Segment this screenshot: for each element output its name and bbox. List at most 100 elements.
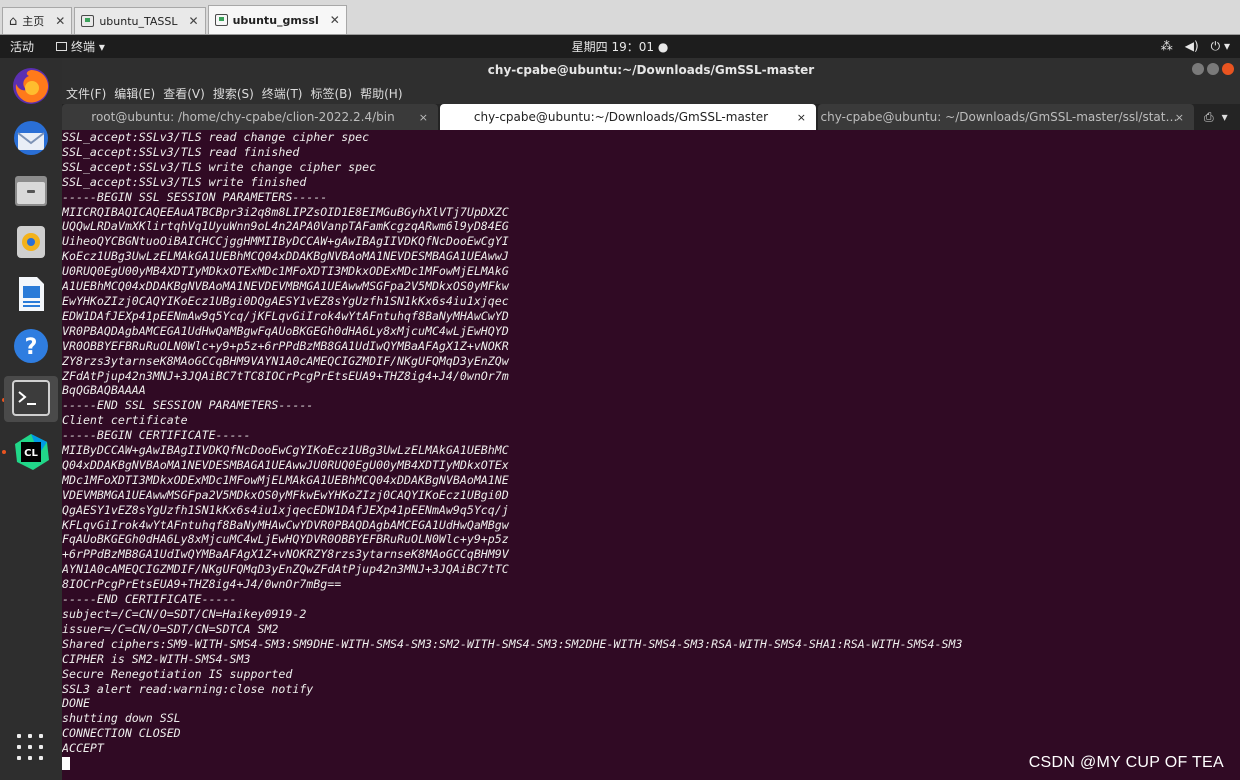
- terminal-tab-label: chy-cpabe@ubuntu: ~/Downloads/GmSSL-mast…: [820, 110, 1178, 124]
- terminal-line: BqQGBAQBAAAA: [62, 383, 146, 398]
- tab-menu[interactable]: ⎙ ▾: [1196, 104, 1228, 130]
- terminal-line: ZFdAtPjup42n3MNJ+3JQAiBC7tTC8IOCrPcgPrEt…: [62, 368, 509, 383]
- terminal-line: Secure Renegotiation IS supported: [62, 666, 293, 681]
- terminal-line: ZY8rzs3ytarnseK8MAoGCCqBHM9VAYN1A0cAMEQC…: [62, 353, 509, 368]
- terminal-lines: SSL_accept:SSLv3/TLS read change cipher …: [62, 130, 1240, 756]
- terminal-line: SSL3 alert read:warning:close notify: [62, 681, 314, 696]
- top-panel: 活动 终端 ▾ 星期四 19：01 ● ⁂ ◀) ⏻ ▾: [0, 35, 1240, 58]
- writer-icon[interactable]: [9, 272, 53, 316]
- menu-terminal[interactable]: 终端(T): [262, 85, 303, 102]
- terminal-line: issuer=/C=CN/O=SDT/CN=SDTCA SM2: [62, 621, 279, 636]
- vm-icon: [81, 15, 95, 27]
- terminal-line: MDc1MFoXDTI3MDkxODExMDc1MFowMjELMAkGA1UE…: [62, 472, 509, 487]
- terminal-line: CIPHER is SM2-WITH-SMS4-SM3: [62, 651, 251, 666]
- terminal-tab-bar: root@ubuntu: /home/chy-cpabe/clion-2022.…: [62, 104, 1240, 130]
- menu-tabs[interactable]: 标签(B): [311, 85, 353, 102]
- menu-help[interactable]: 帮助(H): [360, 85, 402, 102]
- close-window-icon[interactable]: [1222, 63, 1234, 75]
- running-indicator: [2, 450, 6, 454]
- show-applications-icon[interactable]: [17, 734, 45, 762]
- terminal-line: -----BEGIN CERTIFICATE-----: [62, 428, 251, 443]
- terminal-launcher[interactable]: [4, 376, 58, 422]
- terminal-line: MIIByDCCAW+gAwIBAgIIVDKQfNcDooEwCgYIKoEc…: [62, 443, 509, 458]
- terminal-cursor: [62, 757, 70, 771]
- terminal-tab-1[interactable]: root@ubuntu: /home/chy-cpabe/clion-2022.…: [62, 104, 438, 130]
- vm-tab-bar: ⌂ 主页 ✕ ubuntu_TASSL ✕ ubuntu_gmssl ✕: [0, 0, 1240, 35]
- terminal-line: VR0OBBYEFBRuRuOLN0Wlc+y9+p5z+6rPPdBzMB8G…: [62, 338, 509, 353]
- clock[interactable]: 星期四 19：01 ●: [0, 38, 1240, 55]
- terminal-line: VR0PBAQDAgbAMCEGA1UdHwQaMBgwFqAUoBKGEGh0…: [62, 323, 509, 338]
- power-icon: ⏻ ▾: [1210, 39, 1230, 53]
- help-icon[interactable]: ?: [9, 324, 53, 368]
- terminal-line: +6rPPdBzMB8GA1UdIwQYMBaAFAgX1Z+vNOKRZY8r…: [62, 547, 509, 562]
- minimize-icon[interactable]: [1192, 63, 1204, 75]
- system-tray[interactable]: ⁂ ◀) ⏻ ▾: [1161, 39, 1230, 54]
- rhythmbox-icon[interactable]: [9, 220, 53, 264]
- terminal-line: AYN1A0cAMEQCIGZMDIF/NKgUFQMqD3yEnZQwZFdA…: [62, 562, 509, 577]
- terminal-line: shutting down SSL: [62, 711, 181, 726]
- terminal-tab-label: chy-cpabe@ubuntu:~/Downloads/GmSSL-maste…: [473, 110, 769, 124]
- terminal-line: A1UEBhMCQ04xDDAKBgNVBAoMA1NEVDEVMBMGA1UE…: [62, 279, 509, 294]
- terminal-line: SSL_accept:SSLv3/TLS write change cipher…: [62, 159, 377, 174]
- terminal-line: SSL_accept:SSLv3/TLS write finished: [62, 174, 307, 189]
- terminal-line: SSL_accept:SSLv3/TLS read finished: [62, 144, 300, 159]
- terminal-line: EwYHKoZIzj0CAQYIKoEcz1UBgi0DQgAESY1vEZ8s…: [62, 293, 509, 308]
- vm-tab-ubuntu-gmssl[interactable]: ubuntu_gmssl ✕: [207, 5, 347, 34]
- home-icon: ⌂: [9, 13, 18, 29]
- vm-tab-label: 主页: [22, 15, 45, 28]
- terminal-line: Client certificate: [62, 413, 188, 428]
- menu-search[interactable]: 搜索(S): [213, 85, 254, 102]
- terminal-line: VDEVMBMGA1UEAwwMSGFpa2V5MDkxOS0yMFkwEwYH…: [62, 487, 509, 502]
- maximize-icon[interactable]: [1207, 63, 1219, 75]
- watermark: CSDN @MY CUP OF TEA: [1028, 754, 1224, 771]
- vm-tab-home[interactable]: ⌂ 主页 ✕: [2, 7, 73, 34]
- terminal-line: UQQwLRDaVmXKlirtqhVq1UyuWnn9oL4n2APA0Van…: [62, 219, 509, 234]
- close-icon[interactable]: ✕: [55, 14, 65, 28]
- vm-tab-label: ubuntu_gmssl: [232, 13, 319, 27]
- menu-file[interactable]: 文件(F): [66, 85, 106, 102]
- terminal-line: MIICRQIBAQICAQEEAuATBCBpr3i2q8m8LIPZsOID…: [62, 204, 509, 219]
- terminal-line: KFLqvGiIrok4wYtAFntuhqf8BaNyMHAwCwYDVR0P…: [62, 517, 509, 532]
- close-tab-icon[interactable]: ×: [1175, 111, 1184, 124]
- terminal-tab-2[interactable]: chy-cpabe@ubuntu:~/Downloads/GmSSL-maste…: [440, 104, 816, 130]
- terminal-line: DONE: [62, 696, 90, 711]
- volume-icon: ◀): [1184, 39, 1199, 53]
- menu-bar: 文件(F) 编辑(E) 查看(V) 搜索(S) 终端(T) 标签(B) 帮助(H…: [62, 82, 1240, 104]
- terminal-line: Q04xDDAKBgNVBAoMA1NEVDESMBAGA1UEAwwJU0RU…: [62, 457, 509, 472]
- chevron-down-icon[interactable]: ▾: [1222, 110, 1228, 124]
- window-title: chy-cpabe@ubuntu:~/Downloads/GmSSL-maste…: [487, 63, 815, 77]
- network-icon: ⁂: [1160, 39, 1173, 53]
- svg-text:?: ?: [25, 335, 38, 360]
- terminal-line: U0RUQ0EgU00yMB4XDTIyMDkxOTExMDc1MFoXDTI3…: [62, 264, 509, 279]
- vm-icon: [214, 14, 228, 26]
- terminal-output[interactable]: SSL_accept:SSLv3/TLS read change cipher …: [62, 130, 1240, 780]
- terminal-line: SSL_accept:SSLv3/TLS read change cipher …: [62, 130, 370, 144]
- close-icon[interactable]: ✕: [330, 13, 340, 27]
- launcher-dock: ? CL: [0, 58, 62, 780]
- vm-tab-ubuntu-tassl[interactable]: ubuntu_TASSL ✕: [74, 7, 206, 34]
- thunderbird-icon[interactable]: [9, 116, 53, 160]
- terminal-line: 8IOCrPcgPrEtsEUA9+THZ8ig4+J4/0wnOr7mBg==: [62, 577, 342, 592]
- terminal-line: UiheoQYCBGNtuoOiBAICHCCjggHMMIIByDCCAW+g…: [62, 234, 509, 249]
- terminal-line: -----END CERTIFICATE-----: [62, 592, 237, 607]
- terminal-line: FqAUoBKGEGh0dHA6Ly8xMjcuMC4wLjEwHQYDVR0O…: [62, 532, 509, 547]
- clion-icon[interactable]: CL: [9, 430, 53, 474]
- terminal-line: subject=/C=CN/O=SDT/CN=Haikey0919-2: [62, 607, 307, 621]
- terminal-line: QgAESY1vEZ8sYgUzfh1SN1kKx6s4iu1xjqecEDW1…: [62, 502, 509, 517]
- menu-edit[interactable]: 编辑(E): [114, 85, 155, 102]
- window-title-bar[interactable]: chy-cpabe@ubuntu:~/Downloads/GmSSL-maste…: [62, 58, 1240, 82]
- terminal-line: -----END SSL SESSION PARAMETERS-----: [62, 398, 314, 413]
- menu-view[interactable]: 查看(V): [163, 85, 205, 102]
- terminal-line: CONNECTION CLOSED: [62, 726, 181, 741]
- terminal-line: Shared ciphers:SM9-WITH-SMS4-SM3:SM9DHE-…: [62, 636, 963, 651]
- close-icon[interactable]: ✕: [189, 14, 199, 28]
- firefox-icon[interactable]: [9, 64, 53, 108]
- terminal-tab-label: root@ubuntu: /home/chy-cpabe/clion-2022.…: [91, 110, 395, 124]
- file-manager-icon[interactable]: [9, 168, 53, 212]
- new-tab-icon[interactable]: ⎙: [1204, 110, 1214, 125]
- terminal-line: -----BEGIN SSL SESSION PARAMETERS-----: [62, 189, 328, 204]
- terminal-tab-3[interactable]: chy-cpabe@ubuntu: ~/Downloads/GmSSL-mast…: [818, 104, 1194, 130]
- close-tab-icon[interactable]: ×: [797, 111, 806, 124]
- close-tab-icon[interactable]: ×: [419, 111, 428, 124]
- svg-text:CL: CL: [24, 448, 38, 459]
